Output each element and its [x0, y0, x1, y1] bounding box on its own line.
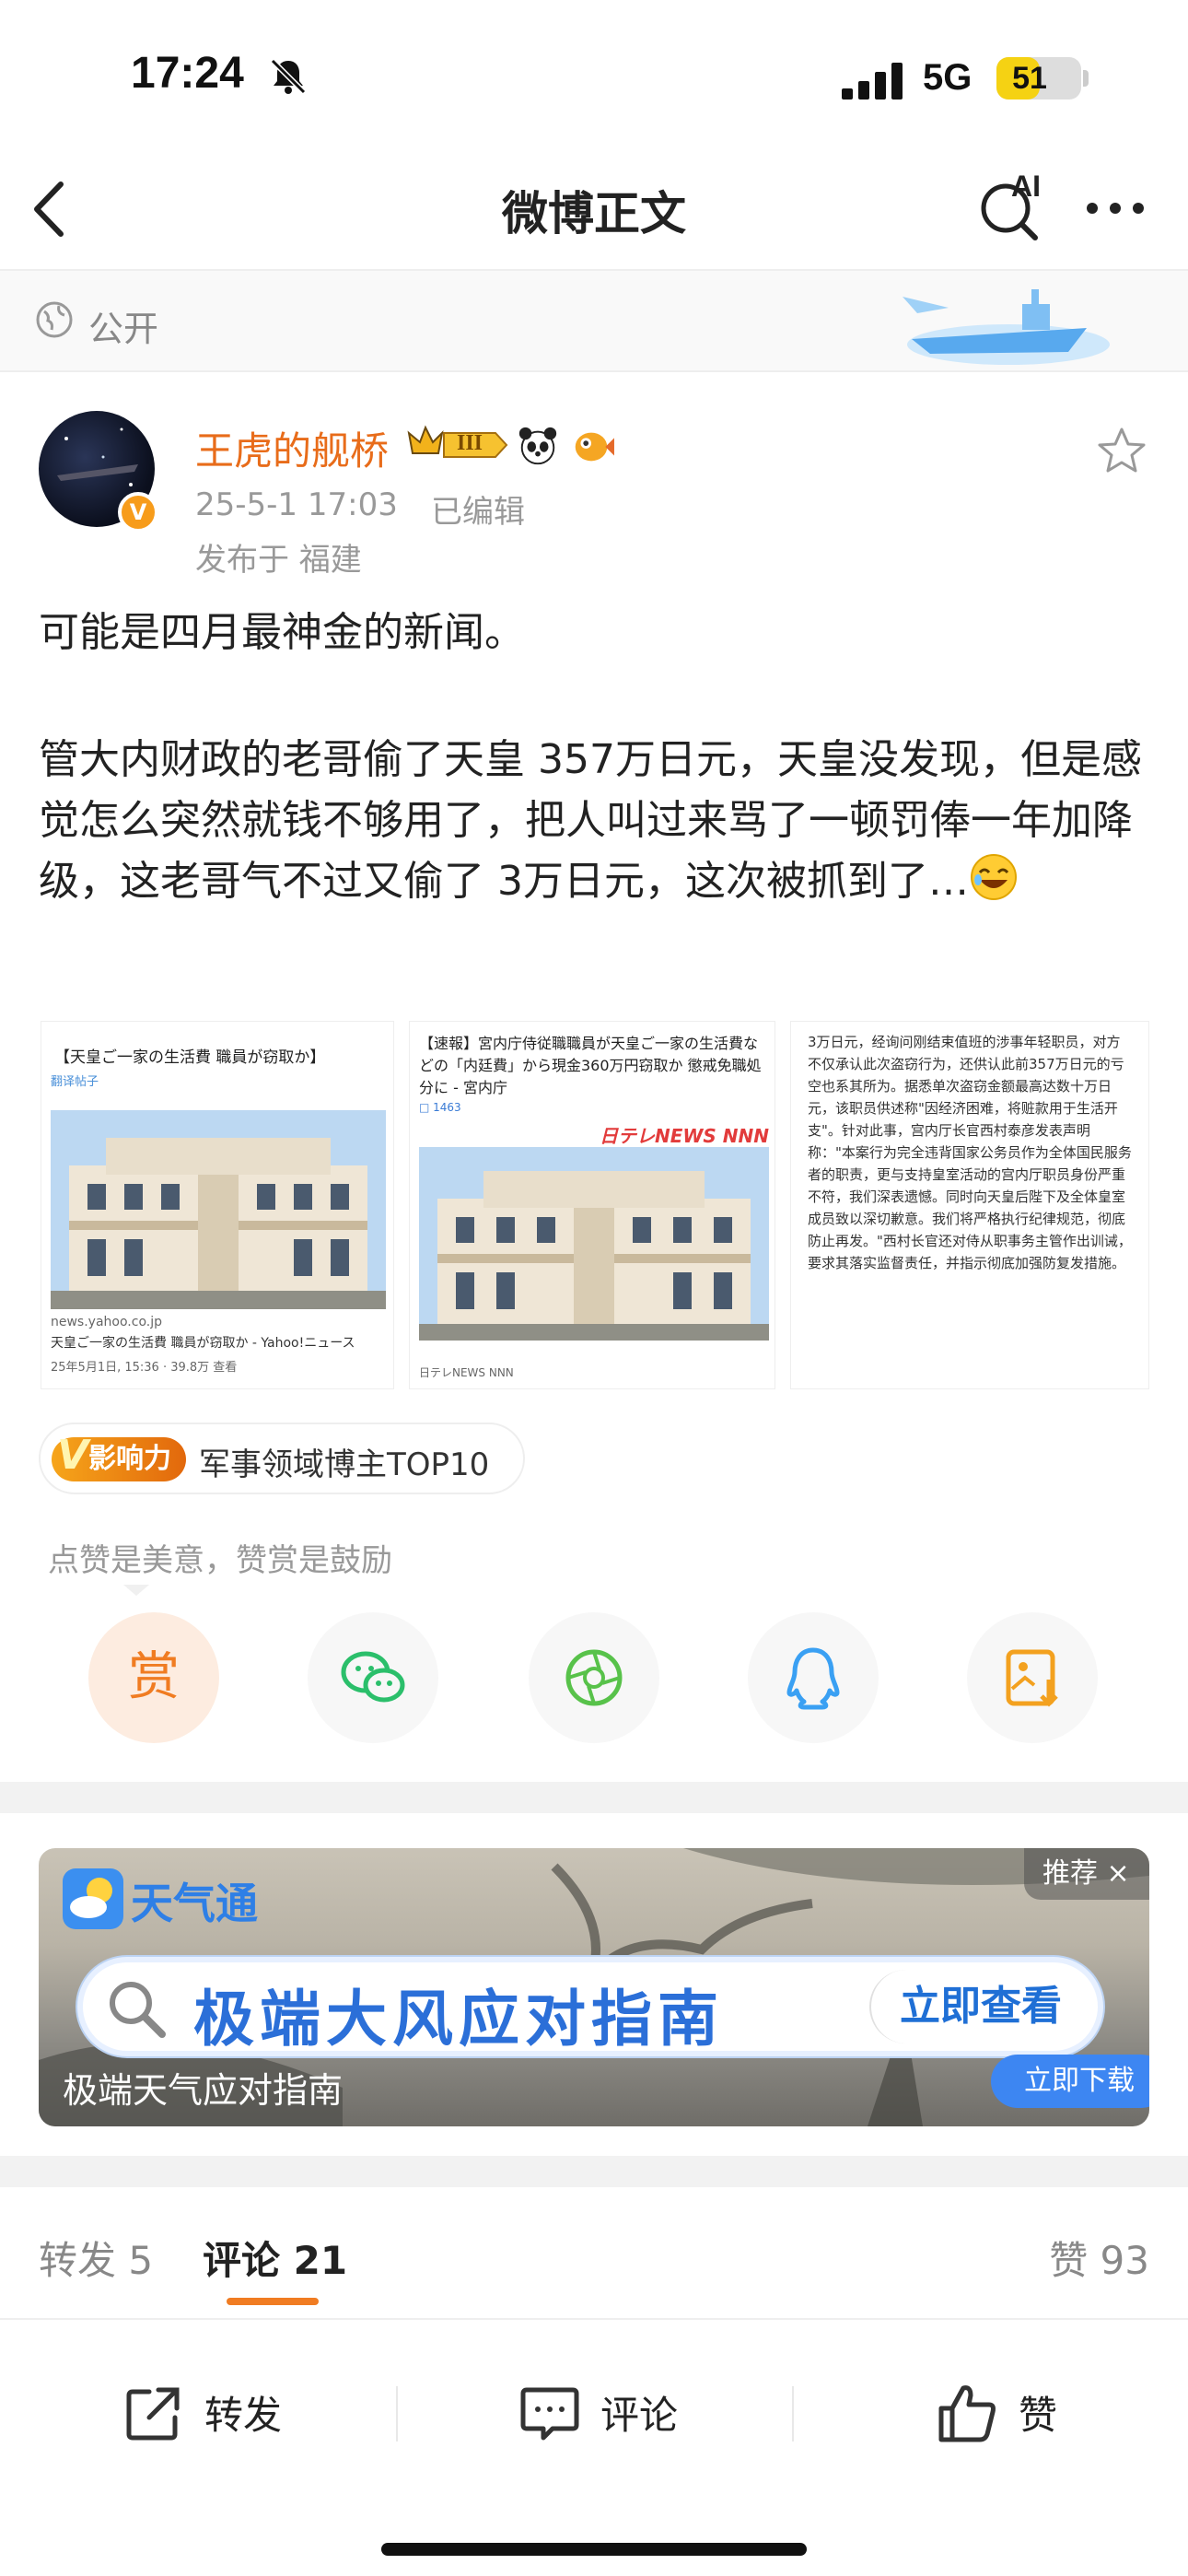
qq-icon: [786, 1647, 840, 1710]
ad-subtitle: 极端天气应对指南: [63, 2070, 344, 2111]
fish-badge-icon: [575, 432, 614, 462]
note-caret: [123, 1585, 149, 1596]
img2-comments: 1463: [433, 1101, 461, 1114]
globe-icon: [36, 301, 73, 338]
img2-headline: 【速報】宮内庁侍従職職員が天皇ご一家の生活費などの「内廷費」から現金360万円窃…: [419, 1035, 762, 1096]
comment-icon: [520, 2387, 579, 2441]
building-photo-2-icon: [419, 1147, 769, 1341]
ai-label: AI: [1011, 170, 1041, 203]
like-label: 赞: [1019, 2393, 1058, 2438]
building-photo-icon: [51, 1110, 386, 1309]
tab-like[interactable]: 赞 93: [1049, 2230, 1149, 2286]
edited-label: 已编辑: [431, 494, 525, 531]
action-divider-2: [792, 2386, 794, 2441]
battery-percent: 51: [1012, 61, 1047, 96]
panda-icon: [518, 427, 557, 465]
rank-badge-label: III: [457, 431, 483, 455]
share-wechat-button[interactable]: [308, 1612, 438, 1743]
img1-caption: 天皇ご一家の生活費 職員が窃取か - Yahoo!ニュース: [51, 1336, 355, 1351]
battery-cap: [1083, 70, 1089, 87]
warship-decoration-icon: [903, 289, 1110, 365]
tab-repost[interactable]: 转发 5: [39, 2230, 153, 2286]
favorite-star-icon[interactable]: [1096, 426, 1147, 475]
img1-headline: 【天皇ご一家の生活費 職員が窃取か】: [54, 1048, 326, 1067]
img1-meta: 25年5月1日, 15:36 · 39.8万 查看: [51, 1361, 238, 1375]
post-image-1[interactable]: 【天皇ご一家の生活費 職員が窃取か】 翻译帖子 news.yahoo.co.jp…: [41, 1021, 394, 1389]
reward-button[interactable]: 赏: [88, 1612, 219, 1743]
ad-view-button[interactable]: 立即查看: [869, 1970, 1090, 2043]
post-image-2[interactable]: 【速報】宮内庁侍従職職員が天皇ご一家の生活費などの「内廷費」から現金360万円窃…: [409, 1021, 775, 1389]
visibility-label: 公开: [88, 309, 159, 349]
save-image-icon: [1006, 1649, 1058, 1707]
user-badges: III: [407, 422, 628, 468]
img1-domain: news.yahoo.co.jp: [51, 1315, 162, 1329]
section-gap: [0, 1782, 1188, 1813]
comment-label: 评论: [600, 2393, 679, 2438]
wechat-icon: [341, 1651, 405, 1703]
ad-recommend-tag[interactable]: 推荐 ×: [1024, 1848, 1149, 1900]
post-text-paragraph: 管大内财政的老哥偷了天皇 357万日元，天皇没发现，但是感觉怎么突然就钱不够用了…: [39, 730, 1153, 912]
signal-icon: [842, 63, 903, 100]
influence-tag-label: 影响力: [88, 1443, 171, 1475]
post-image-3[interactable]: 3万日元，经询问刚结束值班的涉事年轻职员，对方不仅承认此次盗窃行为，还供认此前3…: [790, 1021, 1149, 1389]
comment-button[interactable]: 评论: [518, 2371, 702, 2454]
tabs-divider: [0, 2318, 1188, 2320]
ad-banner[interactable]: 天气通 推荐 × 极端大风应对指南 立即查看 极端天气应对指南 立即下载: [39, 1848, 1149, 2126]
repost-icon: [126, 2387, 180, 2441]
img2-brand: 日テレNEWS NNN: [599, 1125, 769, 1147]
share-qq-button[interactable]: [748, 1612, 879, 1743]
save-image-button[interactable]: [967, 1612, 1098, 1743]
battery-indicator: 51: [996, 57, 1081, 100]
repost-button[interactable]: 转发: [122, 2371, 306, 2454]
praise-note: 点赞是美意，赞赏是鼓励: [48, 1542, 392, 1579]
post-text-line1: 可能是四月最神金的新闻。: [39, 609, 525, 656]
post-timestamp: 25-5-1 17:03: [195, 486, 398, 523]
like-button[interactable]: 赞: [936, 2371, 1083, 2454]
section-gap-2: [0, 2156, 1188, 2187]
ad-brand: 天气通: [131, 1879, 258, 1928]
ad-search-box[interactable]: 极端大风应对指南 立即查看: [77, 1957, 1103, 2056]
bell-muted-icon: [270, 58, 307, 95]
reward-icon: 赏: [128, 1647, 180, 1707]
status-time: 17:24: [131, 49, 244, 98]
img2-footer: 日テレNEWS NNN: [419, 1366, 514, 1379]
repost-label: 转发: [204, 2393, 283, 2438]
weather-app-logo-icon: [63, 1868, 123, 1929]
more-icon[interactable]: [1083, 190, 1147, 227]
header-divider: [0, 370, 1188, 372]
laughing-emoji-icon: [970, 854, 1017, 900]
img2-comment-count: □ 1463: [419, 1101, 461, 1114]
ad-download-button[interactable]: 立即下载: [991, 2055, 1149, 2108]
comment-bubble-icon: □: [419, 1101, 434, 1114]
network-type: 5G: [923, 57, 973, 98]
verified-badge-icon: V: [118, 492, 158, 533]
action-divider-1: [396, 2386, 398, 2441]
influence-text: 军事领域博主TOP10: [199, 1446, 490, 1483]
search-icon: [110, 1982, 166, 2038]
moments-icon: [565, 1649, 623, 1706]
thumbs-up-icon: [938, 2385, 996, 2442]
tab-comment[interactable]: 评论 21: [203, 2230, 347, 2286]
tab-active-indicator: [227, 2298, 319, 2305]
share-moments-button[interactable]: [529, 1612, 659, 1743]
username[interactable]: 王虎的舰桥: [195, 420, 389, 476]
ad-headline: 极端大风应对指南: [193, 1984, 724, 2055]
post-location: 发布于 福建: [195, 542, 362, 579]
img1-translate-tag: 翻译帖子: [51, 1075, 99, 1089]
influence-v-icon: V: [57, 1432, 89, 1479]
ai-search-button[interactable]: AI: [974, 170, 1061, 243]
influence-badge[interactable]: 影响力 V 军事领域博主TOP10: [39, 1423, 525, 1494]
home-indicator: [381, 2543, 807, 2556]
img3-text: 3万日元，经询问刚结束值班的涉事年轻职员，对方不仅承认此次盗窃行为，还供认此前3…: [808, 1034, 1132, 1271]
